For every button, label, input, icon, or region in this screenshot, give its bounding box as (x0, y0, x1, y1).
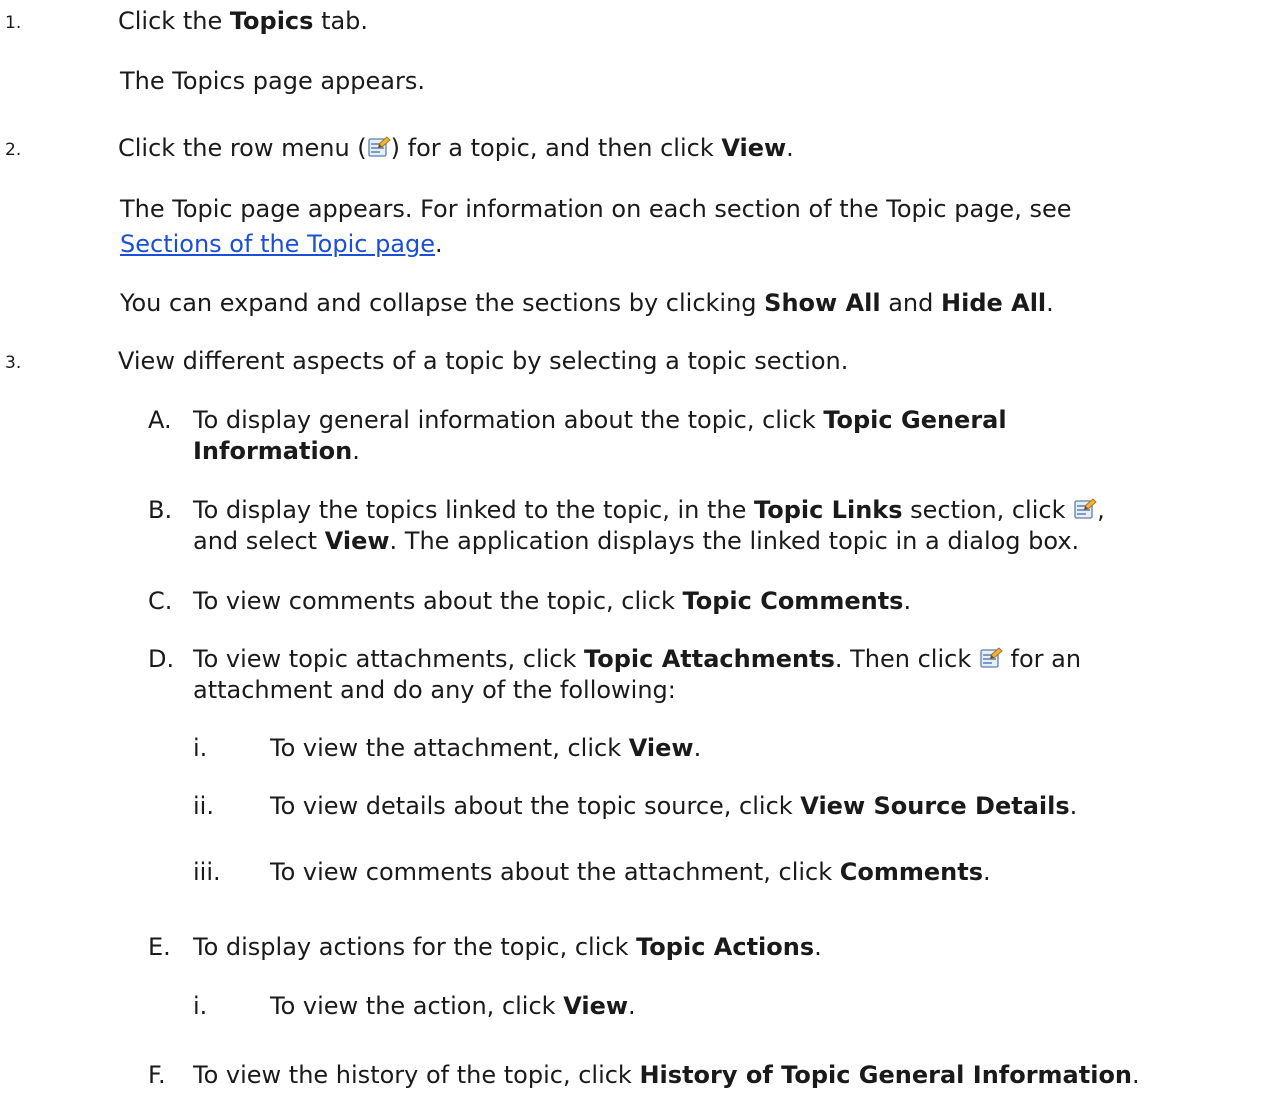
row-menu-icon (979, 646, 1003, 670)
list-item: To view comments about the attachment, c… (270, 858, 991, 886)
row-menu-icon (1073, 497, 1097, 521)
roman-numeral: i. (193, 992, 208, 1020)
ui-term-topics: Topics (229, 7, 314, 35)
substep-text-line2: and select View. The application display… (193, 527, 1080, 555)
step-text: Click the Topics tab. (118, 7, 369, 35)
row-menu-icon (367, 135, 391, 159)
step-result: The Topic page appears. For information … (120, 195, 1072, 223)
substep-letter: B. (148, 496, 173, 524)
sections-of-topic-page-link[interactable]: Sections of the Topic page (120, 230, 435, 258)
step-number: 1. (5, 13, 22, 33)
step-result-line2: Sections of the Topic page. (120, 230, 443, 258)
list-item: To view details about the topic source, … (270, 792, 1078, 820)
step-text: View different aspects of a topic by sel… (118, 347, 849, 375)
step-text: Click the row menu () for a topic, and t… (118, 134, 794, 162)
substep-text: To view comments about the topic, click … (193, 587, 912, 615)
substep-letter: F. (148, 1061, 166, 1089)
substep-text: To view topic attachments, click Topic A… (193, 645, 1082, 673)
roman-numeral: ii. (193, 792, 214, 820)
substep-letter: A. (148, 406, 172, 434)
substep-text: To display actions for the topic, click … (193, 933, 822, 961)
list-item: To view the action, click View. (270, 992, 636, 1020)
substep-text: To display the topics linked to the topi… (193, 496, 1105, 524)
substep-text: To display general information about the… (193, 406, 1007, 434)
roman-numeral: i. (193, 734, 208, 762)
step-note: You can expand and collapse the sections… (120, 289, 1054, 317)
roman-numeral: iii. (193, 858, 221, 886)
step-result: The Topics page appears. (120, 67, 425, 95)
substep-text-line2: attachment and do any of the following: (193, 676, 676, 704)
substep-text-line2: Information. (193, 437, 360, 465)
step-number: 3. (5, 353, 22, 373)
substep-letter: E. (148, 933, 171, 961)
substep-letter: D. (148, 645, 175, 673)
substep-text: To view the history of the topic, click … (193, 1061, 1140, 1089)
list-item: To view the attachment, click View. (270, 734, 702, 762)
step-number: 2. (5, 140, 22, 160)
substep-letter: C. (148, 587, 173, 615)
